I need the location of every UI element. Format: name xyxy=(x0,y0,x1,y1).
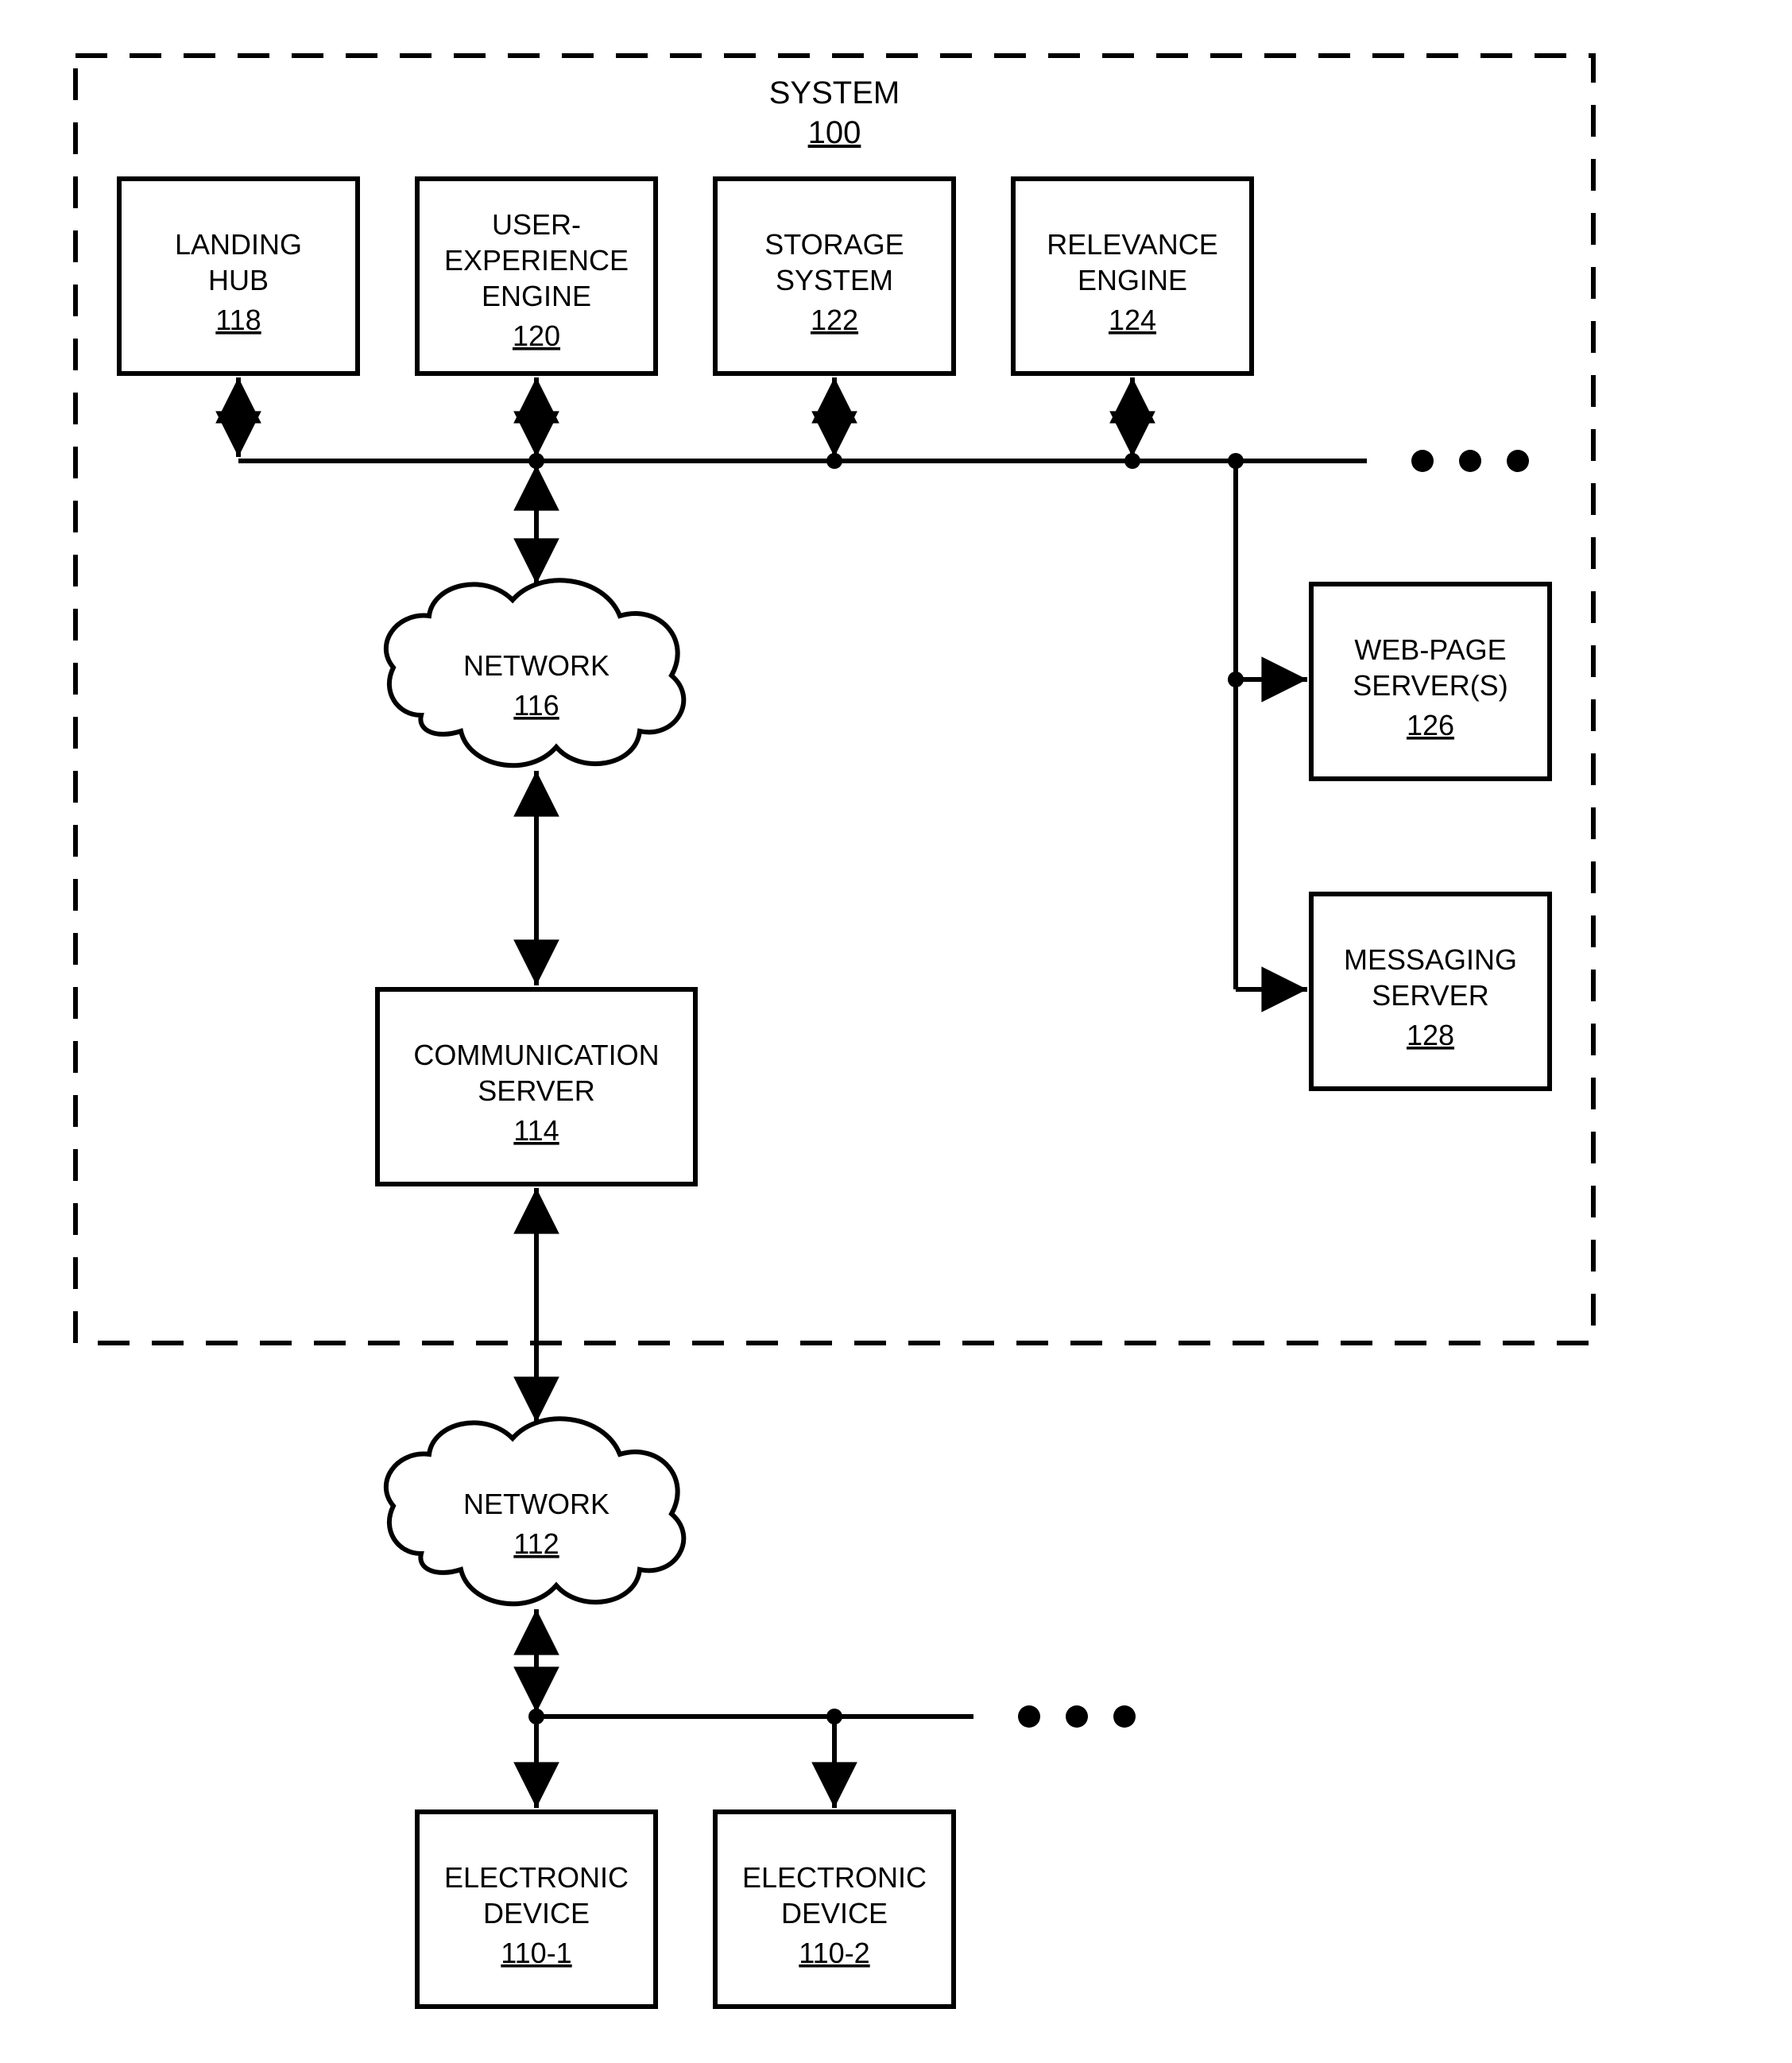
relevance-label-2: ENGINE xyxy=(1078,264,1187,296)
device2-label-2: DEVICE xyxy=(781,1897,888,1929)
landing-hub-box: LANDING HUB 118 xyxy=(119,179,358,374)
network-cloud-top: NETWORK 116 xyxy=(386,580,683,765)
electronic-device-2-box: ELECTRONIC DEVICE 110-2 xyxy=(715,1812,954,2007)
comm-server-number: 114 xyxy=(513,1114,559,1147)
network-bottom-label: NETWORK xyxy=(463,1488,610,1520)
system-number: 100 xyxy=(808,115,861,150)
messaging-number: 128 xyxy=(1407,1019,1454,1051)
ellipsis-top xyxy=(1411,450,1529,472)
device1-label-1: ELECTRONIC xyxy=(444,1861,629,1894)
communication-server-box: COMMUNICATION SERVER 114 xyxy=(377,989,695,1184)
system-diagram: SYSTEM 100 LANDING HUB 118 USER- EXPERIE… xyxy=(0,0,1792,2063)
electronic-device-1-box: ELECTRONIC DEVICE 110-1 xyxy=(417,1812,656,2007)
device2-label-1: ELECTRONIC xyxy=(742,1861,927,1894)
system-title: SYSTEM xyxy=(769,75,900,110)
comm-server-label-2: SERVER xyxy=(478,1074,594,1107)
device2-number: 110-2 xyxy=(799,1937,869,1969)
network-top-number: 116 xyxy=(513,689,559,722)
network-cloud-bottom: NETWORK 112 xyxy=(386,1419,683,1604)
ellipsis-bottom xyxy=(1018,1705,1136,1728)
storage-label-1: STORAGE xyxy=(764,228,904,261)
ux-engine-box: USER- EXPERIENCE ENGINE 120 xyxy=(417,179,656,374)
landing-hub-number: 118 xyxy=(215,304,261,336)
web-page-server-box: WEB-PAGE SERVER(S) 126 xyxy=(1311,584,1550,779)
messaging-server-box: MESSAGING SERVER 128 xyxy=(1311,894,1550,1089)
relevance-label-1: RELEVANCE xyxy=(1047,228,1217,261)
ux-engine-label-1: USER- xyxy=(492,208,581,241)
landing-hub-label-2: HUB xyxy=(208,264,269,296)
relevance-number: 124 xyxy=(1109,304,1156,336)
ux-engine-label-2: EXPERIENCE xyxy=(444,244,629,277)
storage-number: 122 xyxy=(811,304,858,336)
network-bottom-number: 112 xyxy=(513,1527,559,1560)
device1-number: 110-1 xyxy=(501,1937,571,1969)
landing-hub-label-1: LANDING xyxy=(175,228,302,261)
comm-server-label-1: COMMUNICATION xyxy=(413,1039,659,1071)
ux-engine-number: 120 xyxy=(513,319,560,352)
storage-label-2: SYSTEM xyxy=(776,264,893,296)
messaging-label-1: MESSAGING xyxy=(1344,943,1517,976)
device1-label-2: DEVICE xyxy=(483,1897,590,1929)
messaging-label-2: SERVER xyxy=(1372,979,1488,1012)
storage-system-box: STORAGE SYSTEM 122 xyxy=(715,179,954,374)
network-top-label: NETWORK xyxy=(463,649,610,682)
web-page-number: 126 xyxy=(1407,709,1454,741)
web-page-label-2: SERVER(S) xyxy=(1353,669,1508,702)
ux-engine-label-3: ENGINE xyxy=(482,280,591,312)
web-page-label-1: WEB-PAGE xyxy=(1354,633,1506,666)
relevance-engine-box: RELEVANCE ENGINE 124 xyxy=(1013,179,1252,374)
